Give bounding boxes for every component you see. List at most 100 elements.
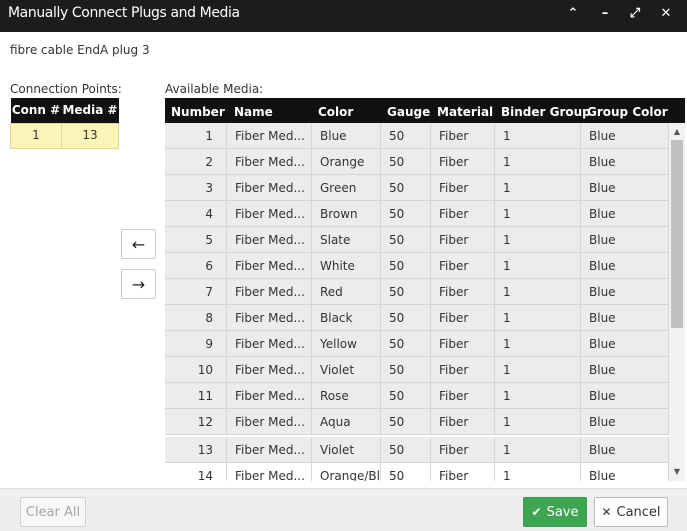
- cell-number: 11: [165, 383, 227, 409]
- cell-binder-group: 1: [495, 227, 581, 253]
- cancel-label: Cancel: [616, 504, 661, 520]
- cell-number: 1: [165, 123, 227, 149]
- cell-material: Fiber: [431, 175, 495, 201]
- cell-number: 5: [165, 227, 227, 253]
- conn-number-header[interactable]: Conn #: [10, 98, 62, 123]
- table-row[interactable]: 7 Fiber Med... Red 50 Fiber 1 Blue: [165, 279, 669, 305]
- table-row[interactable]: 5 Fiber Med... Slate 50 Fiber 1 Blue: [165, 227, 669, 253]
- cell-color: White: [312, 253, 381, 279]
- cell-gauge: 50: [381, 305, 431, 331]
- cell-name: Fiber Med...: [227, 463, 312, 481]
- plug-name: fibre cable EndA plug 3: [10, 43, 150, 57]
- table-row[interactable]: 11 Fiber Med... Rose 50 Fiber 1 Blue: [165, 383, 669, 409]
- table-row[interactable]: 2 Fiber Med... Orange 50 Fiber 1 Blue: [165, 149, 669, 175]
- scroll-thumb[interactable]: [671, 140, 683, 328]
- cell-binder-group: 1: [495, 149, 581, 175]
- cell-number: 8: [165, 305, 227, 331]
- cell-name: Fiber Med...: [227, 409, 312, 435]
- table-row[interactable]: 14 Fiber Med... Orange/Bl. 50 Fiber 1 Blue: [165, 463, 669, 481]
- table-row[interactable]: 10 Fiber Med... Violet 50 Fiber 1 Blue: [165, 357, 669, 383]
- cell-binder-group: 1: [495, 383, 581, 409]
- table-row[interactable]: 13 Fiber Med... Violet 50 Fiber 1 Blue: [165, 437, 669, 463]
- cell-name: Fiber Med...: [227, 123, 312, 149]
- minimize-icon[interactable]: –: [596, 5, 614, 23]
- window-title: Manually Connect Plugs and Media: [8, 5, 240, 21]
- available-media-label: Available Media:: [165, 82, 264, 96]
- cell-gauge: 50: [381, 253, 431, 279]
- cell-material: Fiber: [431, 383, 495, 409]
- cell-gauge: 50: [381, 279, 431, 305]
- close-icon: ✕: [601, 505, 612, 519]
- cell-name: Fiber Med...: [227, 331, 312, 357]
- clear-all-button[interactable]: Clear All: [20, 497, 86, 527]
- save-button[interactable]: ✔ Save: [523, 497, 587, 527]
- cell-material: Fiber: [431, 227, 495, 253]
- media-scrollbar[interactable]: ▲ ▼: [669, 123, 685, 481]
- column-header-gauge[interactable]: Gauge: [387, 98, 430, 126]
- column-header-name[interactable]: Name: [234, 98, 273, 126]
- table-row[interactable]: 9 Fiber Med... Yellow 50 Fiber 1 Blue: [165, 331, 669, 357]
- scroll-down-icon[interactable]: ▼: [669, 465, 685, 479]
- dialog-footer: Clear All ✔ Save ✕ Cancel: [0, 488, 687, 531]
- move-left-button[interactable]: ←: [121, 229, 156, 259]
- cell-number: 13: [165, 437, 227, 463]
- cell-color: Orange/Bl.: [312, 463, 381, 481]
- maximize-icon[interactable]: ⤢: [626, 5, 644, 23]
- conn-number-cell: 1: [10, 122, 62, 149]
- cell-binder-group: 1: [495, 175, 581, 201]
- check-icon: ✔: [531, 505, 542, 519]
- cell-color: Yellow: [312, 331, 381, 357]
- cell-gauge: 50: [381, 201, 431, 227]
- table-row[interactable]: 8 Fiber Med... Black 50 Fiber 1 Blue: [165, 305, 669, 331]
- available-media-table[interactable]: 1 Fiber Med... Blue 50 Fiber 1 Blue 2 Fiber Med.…: [165, 123, 685, 481]
- cell-color: Green: [312, 175, 381, 201]
- cell-material: Fiber: [431, 409, 495, 435]
- cell-material: Fiber: [431, 201, 495, 227]
- cell-name: Fiber Med...: [227, 227, 312, 253]
- cell-binder-group: 1: [495, 409, 581, 435]
- cell-group-color: Blue: [581, 331, 669, 357]
- column-header-group-color[interactable]: Group Color: [587, 98, 668, 126]
- media-number-header[interactable]: Media #: [61, 98, 119, 123]
- cell-binder-group: 1: [495, 253, 581, 279]
- cell-number: 4: [165, 201, 227, 227]
- cell-group-color: Blue: [581, 201, 669, 227]
- cell-color: Aqua: [312, 409, 381, 435]
- cancel-button[interactable]: ✕ Cancel: [594, 497, 668, 527]
- column-header-material[interactable]: Material: [437, 98, 493, 126]
- column-header-color[interactable]: Color: [318, 98, 353, 126]
- cell-color: Rose: [312, 383, 381, 409]
- connection-row[interactable]: 1 13: [10, 122, 119, 149]
- cell-color: Violet: [312, 357, 381, 383]
- cell-number: 10: [165, 357, 227, 383]
- cell-number: 3: [165, 175, 227, 201]
- cell-binder-group: 1: [495, 123, 581, 149]
- close-icon[interactable]: ✕: [657, 5, 675, 23]
- cell-number: 7: [165, 279, 227, 305]
- collapse-icon[interactable]: ⌃: [564, 5, 582, 23]
- column-header-binder-group[interactable]: Binder Group: [501, 98, 591, 126]
- cell-binder-group: 1: [495, 463, 581, 481]
- table-row[interactable]: 6 Fiber Med... White 50 Fiber 1 Blue: [165, 253, 669, 279]
- column-header-number[interactable]: Number: [171, 98, 225, 126]
- save-label: Save: [546, 504, 579, 520]
- table-row[interactable]: 4 Fiber Med... Brown 50 Fiber 1 Blue: [165, 201, 669, 227]
- cell-name: Fiber Med...: [227, 175, 312, 201]
- cell-material: Fiber: [431, 331, 495, 357]
- cell-number: 12: [165, 409, 227, 435]
- cell-number: 14: [165, 463, 227, 481]
- scroll-up-icon[interactable]: ▲: [669, 125, 685, 139]
- cell-binder-group: 1: [495, 279, 581, 305]
- cell-name: Fiber Med...: [227, 437, 312, 463]
- cell-material: Fiber: [431, 357, 495, 383]
- table-row[interactable]: 1 Fiber Med... Blue 50 Fiber 1 Blue: [165, 123, 669, 149]
- cell-name: Fiber Med...: [227, 253, 312, 279]
- table-row[interactable]: 3 Fiber Med... Green 50 Fiber 1 Blue: [165, 175, 669, 201]
- cell-name: Fiber Med...: [227, 305, 312, 331]
- cell-group-color: Blue: [581, 305, 669, 331]
- cell-binder-group: 1: [495, 305, 581, 331]
- move-right-button[interactable]: →: [121, 269, 156, 299]
- cell-group-color: Blue: [581, 227, 669, 253]
- cell-gauge: 50: [381, 227, 431, 253]
- table-row[interactable]: 12 Fiber Med... Aqua 50 Fiber 1 Blue: [165, 409, 669, 435]
